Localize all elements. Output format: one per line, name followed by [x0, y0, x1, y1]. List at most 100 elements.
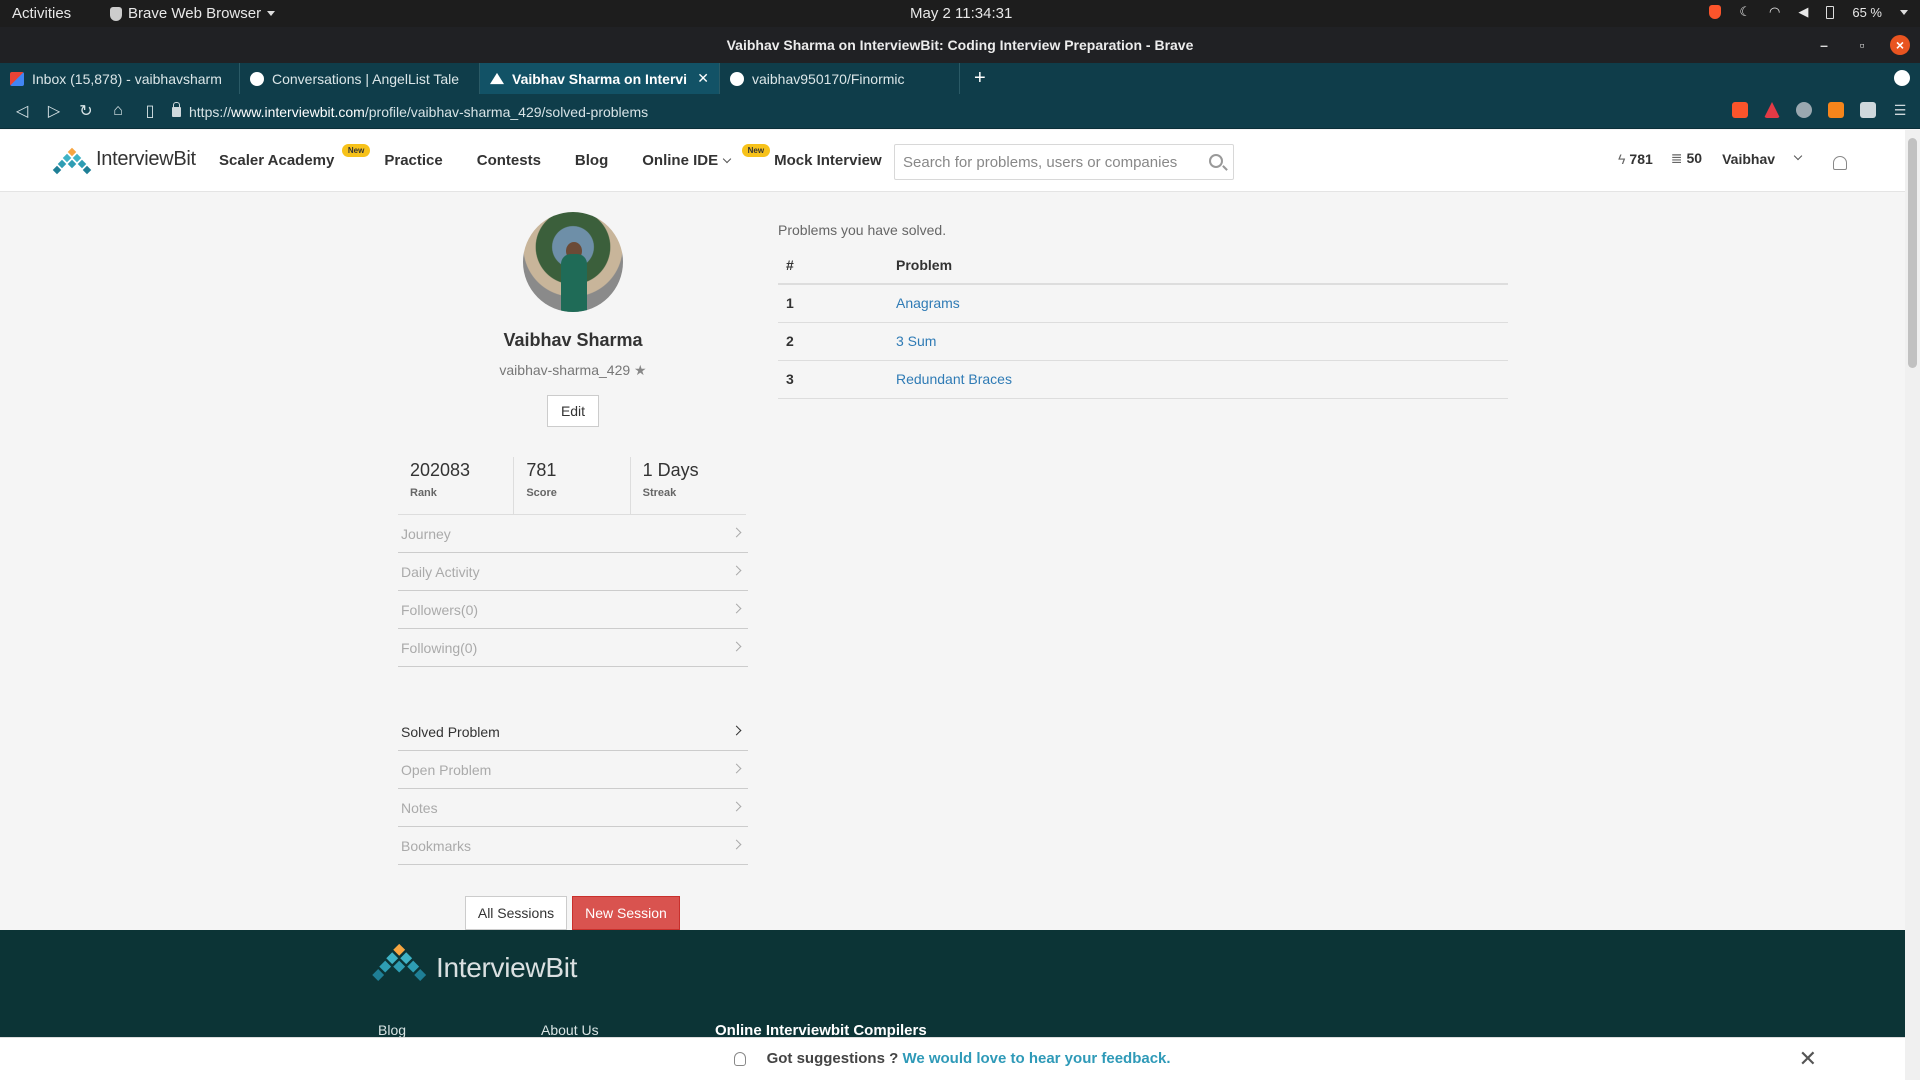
interviewbit-logo-icon	[52, 147, 92, 174]
nav-blog[interactable]: Blog	[575, 152, 608, 169]
minimize-button[interactable]: –	[1814, 35, 1834, 55]
profile-stats: 202083 Rank 781 Score 1 Days Streak	[398, 457, 746, 515]
stat-rank: 202083 Rank	[398, 457, 515, 514]
search-input[interactable]	[895, 145, 1185, 179]
extension-icon[interactable]	[1796, 102, 1812, 118]
extension-icons: ☰	[1732, 102, 1908, 118]
activities-button[interactable]: Activities	[12, 5, 71, 22]
stat-label: Score	[526, 487, 557, 499]
lock-icon	[172, 101, 181, 117]
brave-tray-icon	[1709, 5, 1722, 19]
close-icon[interactable]: ✕	[1799, 1038, 1817, 1080]
footer-link-about[interactable]: About Us	[541, 1022, 599, 1038]
score-badge[interactable]: ϟ 781	[1618, 151, 1653, 167]
stat-label: Rank	[410, 487, 437, 499]
coins-icon: ≣	[1670, 150, 1683, 166]
menu-notes[interactable]: Notes	[398, 789, 748, 827]
interviewbit-logo[interactable]: InterviewBit	[52, 147, 196, 174]
menu-solved-problem[interactable]: Solved Problem	[398, 713, 748, 751]
menu-followers[interactable]: Followers(0)	[398, 591, 748, 629]
bookmark-icon[interactable]: ▯	[134, 101, 166, 121]
menu-journey[interactable]: Journey	[398, 515, 748, 553]
nav-contests[interactable]: Contests	[477, 152, 541, 169]
footer-logo-text: InterviewBit	[436, 952, 578, 983]
app-menu[interactable]: Brave Web Browser	[110, 5, 276, 22]
edit-profile-button[interactable]: Edit	[547, 395, 599, 427]
metamask-icon[interactable]	[1828, 102, 1844, 118]
problems-caption: Problems you have solved.	[778, 222, 947, 238]
battery-level: 65 %	[1852, 4, 1882, 20]
close-tab-icon[interactable]: ✕	[697, 70, 709, 87]
footer-link-blog[interactable]: Blog	[378, 1022, 406, 1038]
page: InterviewBit Scaler Academy New Practice…	[0, 130, 1905, 1080]
chevron-down-icon	[1793, 151, 1803, 160]
chevron-down-icon	[1900, 9, 1908, 15]
menu-bookmarks[interactable]: Bookmarks	[398, 827, 748, 865]
chevron-right-icon	[731, 763, 742, 774]
stat-label: Streak	[642, 487, 677, 499]
problem-link[interactable]: Redundant Braces	[896, 371, 1012, 387]
menu-open-problem[interactable]: Open Problem	[398, 751, 748, 789]
tab-gmail[interactable]: Inbox (15,878) - vaibhavsharm	[0, 63, 240, 94]
new-tab-button[interactable]: +	[974, 67, 986, 90]
maximize-button[interactable]: ▫	[1852, 35, 1872, 55]
close-window-button[interactable]: ×	[1890, 35, 1910, 55]
nav-online-ide[interactable]: Online IDE New	[642, 144, 771, 169]
gmail-icon	[10, 71, 24, 86]
chevron-right-icon	[731, 801, 742, 812]
lightbulb-icon	[734, 1052, 747, 1067]
tab-search-icon[interactable]	[1894, 70, 1910, 86]
star-icon: ★	[634, 362, 647, 378]
table-row: 2 3 Sum	[778, 322, 1508, 361]
feedback-link[interactable]: We would love to hear your feedback.	[902, 1050, 1170, 1067]
footer-logo[interactable]: InterviewBit	[372, 943, 578, 984]
coins-value: 50	[1686, 150, 1703, 166]
extensions-puzzle-icon[interactable]	[1860, 102, 1876, 118]
url-field[interactable]: https://www.interviewbit.com/profile/vai…	[172, 98, 1702, 125]
stat-value: 781	[526, 460, 557, 480]
feedback-prompt: Got suggestions ?	[766, 1050, 899, 1067]
column-header: Problem	[888, 247, 1508, 285]
tab-github[interactable]: vaibhav950170/Finormic	[720, 63, 960, 94]
clock[interactable]: May 2 11:34:31	[910, 5, 1012, 22]
os-top-bar: Activities Brave Web Browser May 2 11:34…	[0, 0, 1920, 27]
brave-shields-icon[interactable]	[1732, 102, 1748, 118]
menu-label: Notes	[401, 800, 438, 816]
new-badge: New	[741, 144, 771, 157]
nav-practice[interactable]: Practice	[384, 152, 442, 169]
reload-icon[interactable]: ↻	[70, 101, 102, 121]
problem-link[interactable]: Anagrams	[896, 295, 960, 311]
row-number: 2	[778, 322, 888, 361]
chevron-right-icon	[731, 725, 742, 736]
bell-icon[interactable]	[1833, 156, 1847, 170]
column-header: #	[778, 247, 888, 285]
brave-rewards-icon[interactable]	[1764, 102, 1780, 118]
problem-cell: Anagrams	[888, 284, 1508, 323]
browser-menu-icon[interactable]: ☰	[1892, 102, 1908, 118]
nav-scaler-academy[interactable]: Scaler Academy New	[219, 144, 371, 169]
nav-mock-interview[interactable]: Mock Interview	[774, 152, 882, 169]
nav-label: Scaler Academy	[219, 152, 335, 169]
wifi-icon: ◠	[1769, 4, 1781, 19]
address-bar: ◁ ▷ ↻ ⌂ ▯ https://www.interviewbit.com/p…	[0, 94, 1920, 129]
all-sessions-button[interactable]: All Sessions	[465, 896, 567, 930]
search-icon[interactable]	[1209, 154, 1223, 168]
menu-label: Following(0)	[401, 640, 478, 656]
menu-following[interactable]: Following(0)	[398, 629, 748, 667]
user-menu[interactable]: Vaibhav	[1722, 151, 1803, 167]
page-scrollbar[interactable]	[1905, 130, 1920, 1080]
menu-label: Bookmarks	[401, 838, 472, 854]
tab-angellist[interactable]: Conversations | AngelList Tale	[240, 63, 480, 94]
scrollbar-thumb[interactable]	[1908, 138, 1917, 368]
search-box	[894, 144, 1234, 180]
coins-badge[interactable]: ≣ 50	[1671, 150, 1702, 167]
back-icon[interactable]: ◁	[6, 101, 38, 121]
forward-icon[interactable]: ▷	[38, 101, 70, 121]
new-session-button[interactable]: New Session	[572, 896, 680, 930]
tab-interviewbit[interactable]: Vaibhav Sharma on Intervi ✕	[480, 63, 720, 94]
menu-daily-activity[interactable]: Daily Activity	[398, 553, 748, 591]
system-tray[interactable]: ☾ ◠ ◀ 65 %	[1709, 4, 1908, 20]
home-icon[interactable]: ⌂	[102, 102, 134, 120]
brave-icon	[110, 6, 122, 21]
problem-link[interactable]: 3 Sum	[896, 333, 936, 349]
